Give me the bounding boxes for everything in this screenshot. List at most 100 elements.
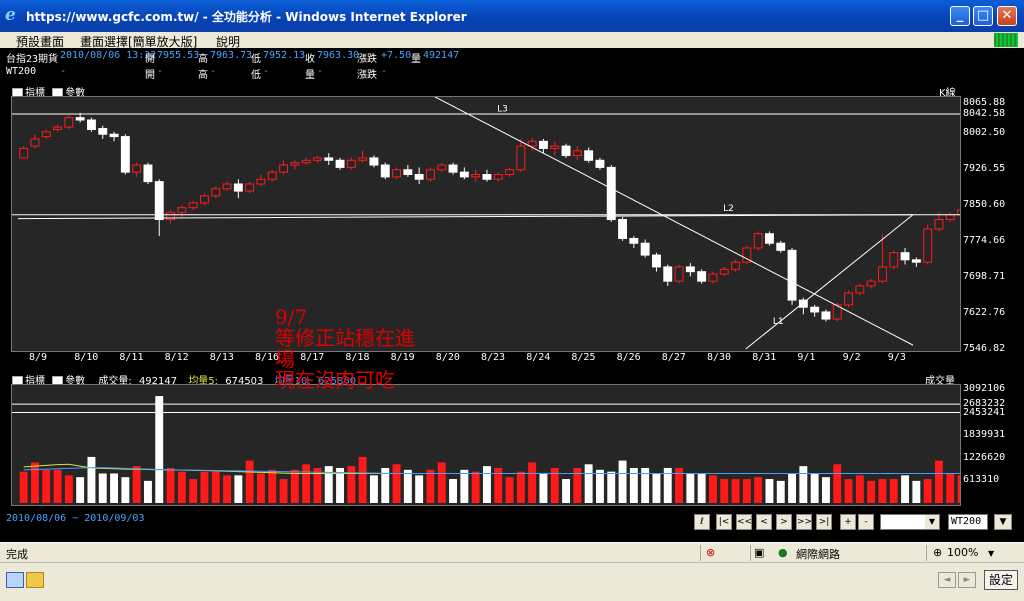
candle-body [369, 157, 379, 166]
price-y-tick: 7850.60 [963, 199, 1006, 211]
volume-y-tick: 1226620 [963, 451, 1006, 463]
volume-bar [64, 475, 73, 503]
quote-open-label-2: 開 [145, 70, 155, 81]
price-x-tick: 8/20 [435, 352, 460, 363]
volume-bar [403, 469, 412, 503]
volume-bar [437, 462, 446, 503]
volume-bar [143, 480, 152, 503]
candle-body [821, 311, 831, 320]
volume-y-axis: 3092106 2683232 2453241 1839931 1226620 61331… [963, 383, 1023, 506]
volume-chart[interactable] [11, 384, 1011, 506]
candle-body [663, 266, 673, 282]
window-icon[interactable] [6, 572, 24, 588]
trend-label-l3: L3 [497, 104, 508, 114]
price-y-tick: 7774.66 [963, 235, 1006, 247]
candle-body [459, 171, 469, 178]
chevron-down-icon[interactable]: ▼ [925, 515, 939, 529]
volume-bar [720, 479, 729, 503]
settings-button[interactable]: 設定 [984, 570, 1018, 590]
code-input[interactable]: WT200 [948, 514, 988, 530]
code-dropdown-button[interactable]: ▼ [994, 514, 1012, 530]
volume-bar [369, 475, 378, 503]
candle-body [211, 188, 221, 197]
candlestick-svg: L3 L2 L1 [12, 93, 967, 350]
candle-body [584, 150, 594, 161]
quote-open: 7955.53 [157, 50, 200, 61]
candle-body [753, 233, 763, 249]
quote-low-label: 低 [251, 54, 261, 65]
maximize-button[interactable]: □ [973, 6, 993, 26]
volume-bar [731, 479, 740, 503]
nav-reset-button[interactable]: ℓ [694, 514, 710, 530]
candle-body [335, 159, 345, 168]
volume-bar [833, 464, 842, 503]
candle-body [279, 164, 289, 173]
security-icon[interactable]: ▣ [754, 546, 764, 559]
nav-last-button[interactable]: >| [816, 514, 832, 530]
price-x-axis: 8/9 8/10 8/11 8/12 8/13 8/16 8/17 8/18 8/19 8/20 8… [11, 352, 961, 366]
volume-bar [166, 467, 175, 503]
privacy-icon[interactable]: ⊗ [706, 546, 715, 559]
volume-bar [234, 475, 243, 503]
candle-body [448, 164, 458, 173]
zoom-out-button[interactable]: - [858, 514, 874, 530]
quote-high-label-2: 高 [198, 70, 208, 81]
nav-fast-back-button[interactable]: << [736, 514, 752, 530]
candle-body [787, 249, 797, 301]
candle-body [505, 169, 515, 176]
candle-body [776, 242, 786, 251]
zoom-chevron-down-icon[interactable]: ▼ [988, 549, 994, 558]
volume-bar [754, 477, 763, 503]
candle-body [855, 285, 865, 294]
candle-body [629, 237, 639, 244]
candle-body [233, 183, 243, 192]
minimize-button[interactable]: _ [950, 6, 970, 26]
nav-forward-button[interactable]: > [776, 514, 792, 530]
quote-high-empty: - [210, 66, 217, 77]
candle-body [177, 207, 187, 213]
volume-svg [12, 396, 1011, 503]
quote-high: 7963.73 [210, 50, 253, 61]
price-y-tick: 7622.76 [963, 307, 1006, 318]
candle-body [561, 145, 571, 157]
volume-bar [516, 471, 525, 503]
volume-bar [30, 462, 39, 503]
volume-bar [528, 462, 537, 503]
candle-body [324, 157, 334, 161]
candle-body [143, 164, 153, 183]
candle-body [392, 169, 402, 178]
volume-bar [855, 475, 864, 503]
volume-bar [618, 460, 627, 503]
scroll-back-button[interactable]: ◄ [938, 572, 956, 588]
scroll-forward-button[interactable]: ► [958, 572, 976, 588]
price-y-tick: 7546.82 [963, 343, 1006, 354]
zoom-in-button[interactable]: + [840, 514, 856, 530]
nav-fast-forward-button[interactable]: >> [796, 514, 812, 530]
volume-bar [460, 469, 469, 503]
volume-bar [132, 466, 141, 503]
nav-first-button[interactable]: |< [716, 514, 732, 530]
volume-bar [878, 479, 887, 503]
candle-body [267, 171, 277, 180]
period-select[interactable]: ▼ [880, 514, 940, 530]
volume-bar [53, 469, 62, 503]
volume-bar [324, 466, 333, 503]
volume-y-tick: 613310 [963, 474, 1000, 486]
volume-bar [155, 396, 164, 503]
quote-volume: 492147 [423, 50, 460, 61]
title-bar[interactable]: e https://www.gcfc.com.tw/ - 全功能分析 - Win… [0, 0, 1024, 32]
nav-back-button[interactable]: < [756, 514, 772, 530]
candle-body [222, 183, 232, 190]
ie-icon: e [5, 5, 16, 25]
candle-body [889, 252, 899, 268]
zoom-level[interactable]: 100% [947, 546, 978, 559]
candle-body [719, 268, 729, 275]
folder-icon[interactable] [26, 572, 44, 588]
candle-body [877, 266, 887, 282]
candle-body [764, 233, 774, 244]
volume-bar [562, 479, 571, 503]
candlestick-chart[interactable]: L3 L2 L1 [11, 93, 967, 352]
quote-low-label-2: 低 [251, 70, 261, 81]
close-button[interactable]: ✕ [997, 6, 1017, 26]
candle-body [199, 195, 209, 204]
